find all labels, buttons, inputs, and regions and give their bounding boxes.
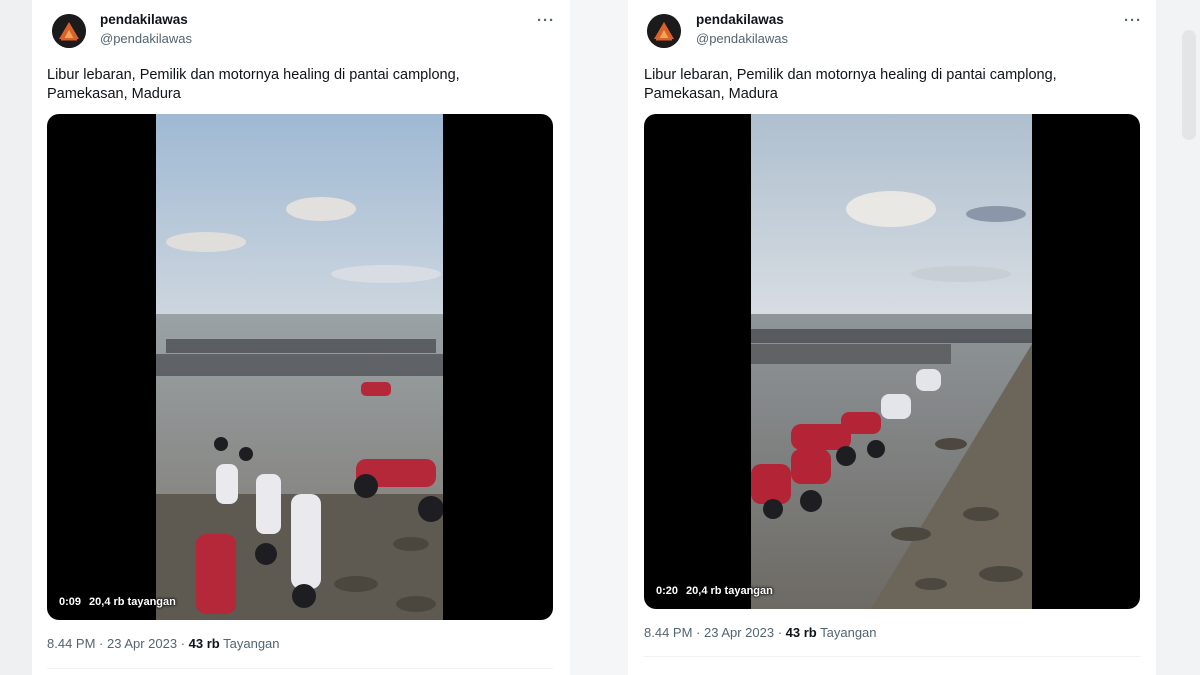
author-handle[interactable]: @pendakilawas (100, 31, 192, 46)
video-frame (156, 114, 443, 620)
page-background-left (0, 0, 32, 675)
mountain-logo-icon (52, 14, 86, 48)
more-options-icon[interactable]: ··· (537, 12, 555, 29)
tweet-text: Libur lebaran, Pemilik dan motornya heal… (644, 66, 1057, 104)
view-count: 43 rb (785, 625, 817, 640)
video-views: 20,4 rb tayangan (686, 585, 773, 597)
video-views: 20,4 rb tayangan (89, 596, 176, 608)
timestamp[interactable]: 8.44 PM · 23 Apr 2023 · (644, 625, 782, 640)
video-duration: 0:09 (59, 596, 82, 608)
author-name[interactable]: pendakilawas (696, 12, 784, 27)
scrollbar[interactable] (1182, 30, 1196, 140)
tweet-text-line: Libur lebaran, Pemilik dan motornya heal… (47, 67, 460, 83)
tweet-meta: 8.44 PM · 23 Apr 2023 · 43 rb Tayangan (47, 636, 280, 651)
author-name[interactable]: pendakilawas (100, 12, 188, 27)
tweet-text-line: Pamekasan, Madura (644, 86, 778, 102)
view-label: Tayangan (820, 625, 877, 640)
video-player[interactable]: 0:20 20,4 rb tayangan (644, 114, 1140, 609)
tweet-text: Libur lebaran, Pemilik dan motornya heal… (47, 66, 460, 104)
video-duration: 0:20 (656, 585, 679, 597)
tweet-card: pendakilawas @pendakilawas ··· Libur leb… (628, 0, 1156, 675)
video-player[interactable]: 0:09 20,4 rb tayangan (47, 114, 553, 620)
mountain-logo-icon (647, 14, 681, 48)
author-handle[interactable]: @pendakilawas (696, 31, 788, 46)
view-label: Tayangan (223, 636, 280, 651)
avatar[interactable] (647, 14, 681, 48)
tweet-text-line: Libur lebaran, Pemilik dan motornya heal… (644, 67, 1057, 83)
divider (644, 656, 1140, 657)
tweet-text-line: Pamekasan, Madura (47, 86, 181, 102)
view-count: 43 rb (188, 636, 220, 651)
avatar[interactable] (52, 14, 86, 48)
video-overlay: 0:09 20,4 rb tayangan (59, 596, 184, 608)
video-frame (751, 114, 1032, 609)
timestamp[interactable]: 8.44 PM · 23 Apr 2023 · (47, 636, 185, 651)
divider (47, 668, 553, 669)
tweet-meta: 8.44 PM · 23 Apr 2023 · 43 rb Tayangan (644, 625, 877, 640)
tweet-card: pendakilawas @pendakilawas ··· Libur leb… (32, 0, 570, 675)
page-background-right (1156, 0, 1200, 675)
more-options-icon[interactable]: ··· (1124, 12, 1142, 29)
video-overlay: 0:20 20,4 rb tayangan (656, 585, 781, 597)
page-background-gap (570, 0, 628, 675)
